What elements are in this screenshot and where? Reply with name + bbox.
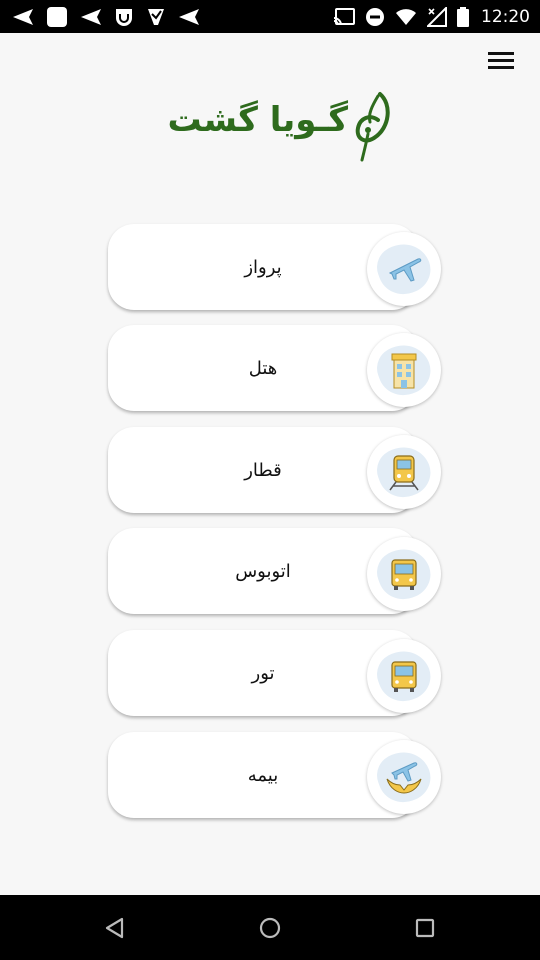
leaf-logo-icon <box>350 90 396 166</box>
shield-app-icon <box>114 7 134 27</box>
clock: 12:20 <box>481 7 530 27</box>
hotel-icon-badge[interactable] <box>367 333 441 407</box>
app-logo: گـویا گشت <box>150 88 400 168</box>
insurance-icon-badge[interactable] <box>367 740 441 814</box>
logo-text: گـویا گشت <box>167 100 348 140</box>
insurance-icon <box>386 762 422 794</box>
checkmark-app-icon <box>146 7 166 27</box>
send-icon <box>12 8 34 26</box>
status-bar: 12:20 <box>0 0 540 33</box>
square-app-icon <box>46 6 68 28</box>
tour-icon-badge[interactable] <box>367 639 441 713</box>
bus-icon-badge[interactable] <box>367 537 441 611</box>
train-icon <box>389 455 419 491</box>
notification-icons <box>12 5 200 29</box>
system-icons: 12:20 <box>333 5 530 29</box>
hamburger-menu-icon[interactable] <box>486 48 516 72</box>
send-icon <box>178 8 200 26</box>
battery-icon <box>457 7 469 27</box>
navigation-bar <box>0 895 540 960</box>
home-icon[interactable] <box>257 915 283 941</box>
airplane-icon <box>388 258 422 282</box>
recents-icon[interactable] <box>412 915 438 941</box>
bus-icon <box>391 559 417 590</box>
do-not-disturb-icon <box>365 7 385 27</box>
hotel-icon <box>391 353 417 389</box>
send-icon <box>80 8 102 26</box>
wifi-icon <box>395 8 417 26</box>
flight-icon-badge[interactable] <box>367 232 441 306</box>
back-icon[interactable] <box>102 915 128 941</box>
tour-bus-icon <box>391 661 417 692</box>
train-icon-badge[interactable] <box>367 435 441 509</box>
cast-icon <box>333 8 355 26</box>
no-signal-icon <box>427 7 447 27</box>
